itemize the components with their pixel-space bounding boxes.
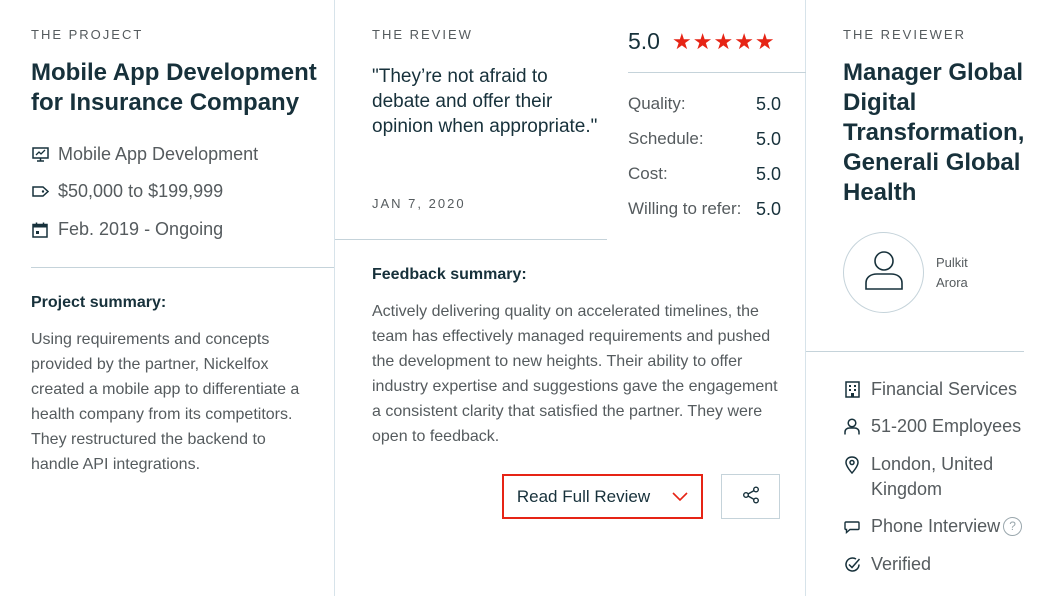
- star-icon: ★: [692, 28, 713, 54]
- reviewer-location: London, United Kingdom: [843, 452, 1033, 502]
- project-dates-label: Feb. 2019 - Ongoing: [58, 219, 224, 239]
- star-rating: ★ ★ ★ ★ ★: [671, 28, 775, 54]
- reviewer-industry-label: Financial Services: [871, 379, 1018, 399]
- project-service: Mobile App Development: [31, 144, 258, 165]
- star-icon: ★: [671, 28, 692, 54]
- feedback-summary-heading: Feedback summary:: [372, 266, 527, 283]
- score-row-cost: Cost: 5.0: [628, 164, 781, 185]
- reviewer-verification: Verified: [843, 552, 931, 577]
- star-icon: ★: [734, 28, 754, 54]
- reviewer-eyebrow: THE REVIEWER: [843, 27, 966, 42]
- score-value: 5.0: [755, 129, 781, 149]
- chat-bubble-icon: [843, 514, 861, 539]
- person-icon: [843, 414, 861, 439]
- chevron-down-icon: [672, 487, 688, 507]
- share-button[interactable]: [721, 474, 780, 519]
- reviewer-title: Manager Global Digital Transformation, G…: [843, 59, 1025, 206]
- score-label: Schedule:: [628, 129, 704, 148]
- score-label: Willing to refer:: [628, 199, 742, 218]
- overall-rating-value: 5.0: [628, 28, 660, 54]
- user-icon: [863, 249, 905, 296]
- check-circle-icon: [843, 552, 861, 577]
- feedback-summary-text: Actively delivering quality on accelerat…: [372, 303, 778, 445]
- rating-divider: [628, 72, 806, 73]
- reviewer-industry: Financial Services: [843, 377, 1017, 402]
- project-column: THE PROJECT Mobile App Development for I…: [0, 0, 335, 596]
- score-value: 5.0: [755, 164, 781, 184]
- reviewer-column: THE REVIEWER Manager Global Digital Tran…: [806, 0, 1047, 596]
- reviewer-first-name: Pulkit: [936, 255, 968, 270]
- score-label: Cost:: [628, 164, 668, 183]
- read-full-review-label: Read Full Review: [516, 486, 651, 506]
- project-title: Mobile App Development for Insurance Com…: [31, 59, 317, 116]
- score-label: Quality:: [628, 94, 686, 113]
- project-summary-heading: Project summary:: [31, 294, 167, 311]
- review-eyebrow: THE REVIEW: [372, 27, 473, 42]
- reviewer-company-size-label: 51-200 Employees: [871, 416, 1022, 436]
- reviewer-verified-label: Verified: [871, 554, 932, 574]
- project-divider: [31, 267, 334, 268]
- reviewer-company-size: 51-200 Employees: [843, 414, 1021, 439]
- project-budget: $50,000 to $199,999: [31, 181, 223, 202]
- score-value: 5.0: [755, 94, 781, 114]
- price-tag-icon: [31, 183, 49, 201]
- review-date: JAN 7, 2020: [372, 196, 466, 211]
- project-dates: Feb. 2019 - Ongoing: [31, 219, 223, 240]
- reviewer-last-name: Arora: [936, 275, 968, 290]
- score-row-willing-to-refer: Willing to refer: 5.0: [628, 199, 781, 220]
- score-row-quality: Quality: 5.0: [628, 94, 781, 115]
- help-icon[interactable]: ?: [1003, 517, 1023, 536]
- review-divider: [335, 239, 607, 240]
- star-icon: ★: [713, 28, 734, 54]
- project-eyebrow: THE PROJECT: [31, 27, 144, 42]
- project-summary-text: Using requirements and concepts provided…: [31, 331, 300, 473]
- review-quote: "They’re not afraid to debate and offer …: [372, 66, 598, 137]
- reviewer-location-label: London, United Kingdom: [871, 454, 994, 499]
- presentation-icon: [31, 146, 49, 164]
- reviewer-name: Pulkit Arora: [936, 253, 968, 293]
- overall-rating: 5.0 ★ ★ ★ ★ ★: [628, 28, 775, 55]
- score-row-schedule: Schedule: 5.0: [628, 129, 781, 150]
- project-service-label: Mobile App Development: [58, 144, 259, 164]
- star-icon: ★: [754, 28, 775, 54]
- review-column: THE REVIEW "They’re not afraid to debate…: [335, 0, 806, 596]
- avatar: [843, 232, 924, 313]
- building-icon: [843, 377, 861, 402]
- reviewer-interview-label: Phone Interview: [871, 516, 1001, 536]
- project-budget-label: $50,000 to $199,999: [58, 181, 224, 201]
- score-value: 5.0: [755, 199, 781, 219]
- calendar-icon: [31, 221, 49, 239]
- share-icon: [742, 486, 760, 507]
- reviewer-divider: [806, 351, 1024, 352]
- location-pin-icon: [843, 452, 861, 477]
- read-full-review-button[interactable]: Read Full Review: [502, 474, 703, 519]
- reviewer-interview-type: Phone Interview ?: [843, 514, 1023, 539]
